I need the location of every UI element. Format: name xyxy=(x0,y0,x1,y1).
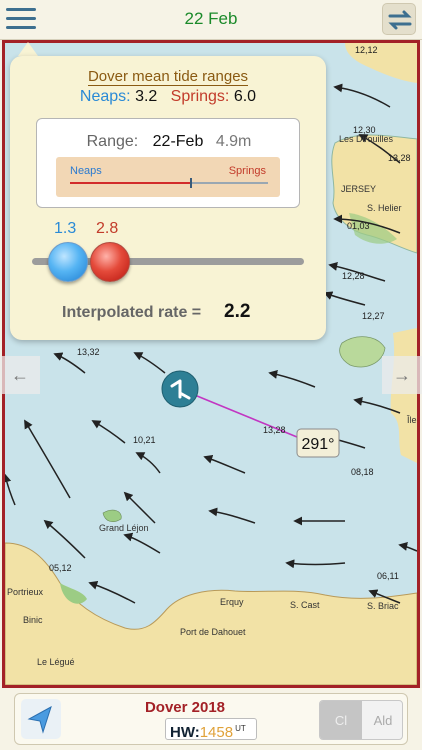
bottom-panel: Dover 2018 HW:1458 UT Cl Ald xyxy=(14,693,408,745)
high-water-time[interactable]: HW:1458 UT xyxy=(165,718,257,741)
springs-label: Springs: xyxy=(170,88,230,105)
port-name: Dover 2018 xyxy=(144,699,226,716)
chart-source-toggle[interactable]: Cl Ald xyxy=(319,700,403,740)
bottom-bar: Dover 2018 HW:1458 UT Cl Ald xyxy=(0,688,422,750)
s-helier-label: S. Helier xyxy=(367,203,402,213)
interpolated-value: 2.2 xyxy=(224,301,251,322)
vessel-position-icon xyxy=(161,370,199,408)
date-title: 22 Feb xyxy=(184,9,238,28)
slider-right-value: 2.8 xyxy=(96,220,119,237)
springs-value: 6.0 xyxy=(233,88,257,105)
range-box: Range: 22-Feb 4.9m Neaps Springs xyxy=(36,118,300,208)
range-value: 4.9m xyxy=(215,133,252,150)
range-label: Range: xyxy=(86,133,139,150)
flow-label-7: 13,32 xyxy=(77,347,100,357)
bearing-badge: 291° xyxy=(296,428,340,458)
flow-label-9: 13,28 xyxy=(263,425,286,435)
range-marker xyxy=(190,178,192,188)
hw-unit: UT xyxy=(235,724,246,733)
neaps-rate-knob[interactable] xyxy=(48,242,88,282)
grand-lejon-label: Grand Léjon xyxy=(99,523,149,533)
portrieux-label: Portrieux xyxy=(7,587,44,597)
seg-cl-button[interactable]: Cl xyxy=(320,701,362,739)
hw-value: 1458 xyxy=(199,724,234,741)
binic-label: Binic xyxy=(23,615,43,625)
erquy-label: Erquy xyxy=(220,597,244,607)
flow-label-2: 12,30 xyxy=(353,125,376,135)
flow-label-11: 06,11 xyxy=(377,571,399,581)
app-root: 22 Feb Les Dirouilles JERSEY S. Helier G… xyxy=(0,0,422,750)
flow-label-4: 01,03 xyxy=(347,221,370,231)
neaps-value: 3.2 xyxy=(135,88,158,105)
tide-range-popup: Dover mean tide ranges Neaps: 3.2 Spring… xyxy=(10,56,326,340)
prev-arrow-button[interactable]: ← xyxy=(0,356,40,394)
interpolated-label: Interpolated rate = xyxy=(62,304,202,321)
flow-label-8: 10,21 xyxy=(133,435,156,445)
top-bar: 22 Feb xyxy=(0,0,422,40)
s-briac-label: S. Briac xyxy=(367,601,399,611)
seg-ald-button[interactable]: Ald xyxy=(362,701,402,739)
bar-springs-label: Springs xyxy=(228,165,266,177)
les-dirouilles-label: Les Dirouilles xyxy=(339,134,394,144)
slider-left-value: 1.3 xyxy=(54,220,77,237)
next-arrow-button[interactable]: → xyxy=(382,356,422,394)
grand-lejon-rock xyxy=(102,509,122,522)
bar-neaps-label: Neaps xyxy=(70,165,102,177)
s-cast-label: S. Cast xyxy=(290,600,320,610)
right-island xyxy=(339,336,386,368)
tide-range-values: Neaps: 3.2 Springs: 6.0 xyxy=(10,88,326,106)
popup-title: Dover mean tide ranges xyxy=(87,68,249,86)
bearing-label: 291° xyxy=(301,436,334,453)
flow-label-5: 12,28 xyxy=(342,271,365,281)
range-line: Range: 22-Feb 4.9m xyxy=(37,133,301,151)
range-date: 22-Feb xyxy=(152,133,204,150)
springs-rate-knob[interactable] xyxy=(90,242,130,282)
ile-label: Île xyxy=(406,415,417,425)
flow-label-6: 12,27 xyxy=(362,311,385,321)
popup-tail xyxy=(18,42,38,56)
le-legue-label: Le Légué xyxy=(37,657,75,667)
flow-label-10: 08,18 xyxy=(351,467,374,477)
flow-label-3: 13,28 xyxy=(388,153,411,163)
jersey-label: JERSEY xyxy=(341,184,376,194)
flow-label-1: 12,12 xyxy=(355,45,378,55)
hw-label: HW: xyxy=(170,724,200,741)
range-fill xyxy=(70,182,191,184)
flow-label-12: 05,12 xyxy=(49,563,72,573)
neaps-springs-bar: Neaps Springs xyxy=(56,157,280,197)
port-de-dahouet-label: Port de Dahouet xyxy=(180,627,246,637)
right-coast xyxy=(390,328,417,463)
neaps-label: Neaps: xyxy=(79,88,131,105)
swap-button[interactable] xyxy=(382,3,416,35)
swap-arrows-icon xyxy=(388,10,412,30)
